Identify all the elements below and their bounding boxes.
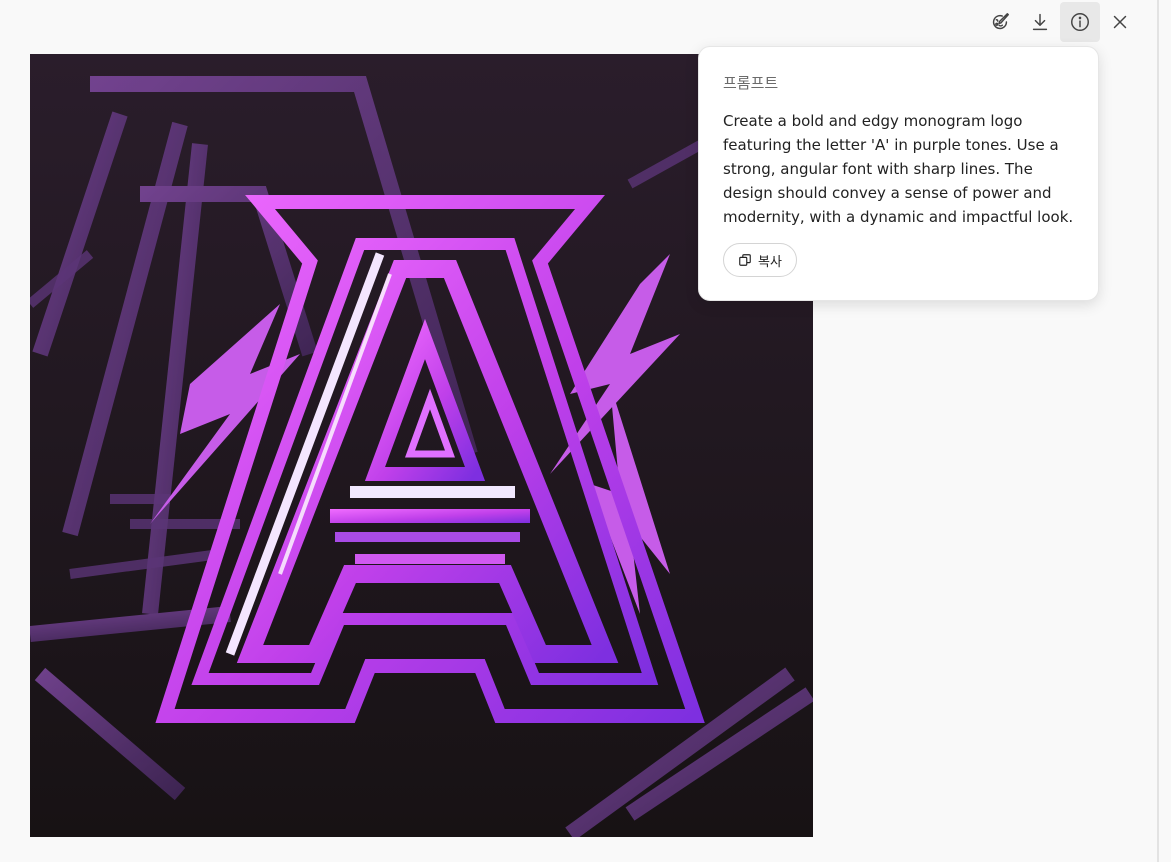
download-icon [1032,13,1048,31]
copy-prompt-button[interactable]: 복사 [723,243,797,277]
image-toolbar [980,2,1140,42]
close-icon [1113,15,1127,29]
generated-image [30,54,813,837]
monogram-a-artwork [30,54,813,837]
download-button[interactable] [1020,2,1060,42]
copy-icon [739,254,751,266]
info-icon [1071,13,1089,31]
edit-image-button[interactable] [980,2,1020,42]
edit-image-icon [992,13,1009,30]
close-button[interactable] [1100,2,1140,42]
page-scrollbar[interactable] [1157,0,1159,862]
info-button[interactable] [1060,2,1100,42]
popover-title: 프롬프트 [723,74,779,92]
copy-button-label: 복사 [758,254,782,270]
prompt-info-popover: 프롬프트 Create a bold and edgy monogram log… [698,46,1099,301]
prompt-text: Create a bold and edgy monogram logo fea… [723,112,1074,226]
